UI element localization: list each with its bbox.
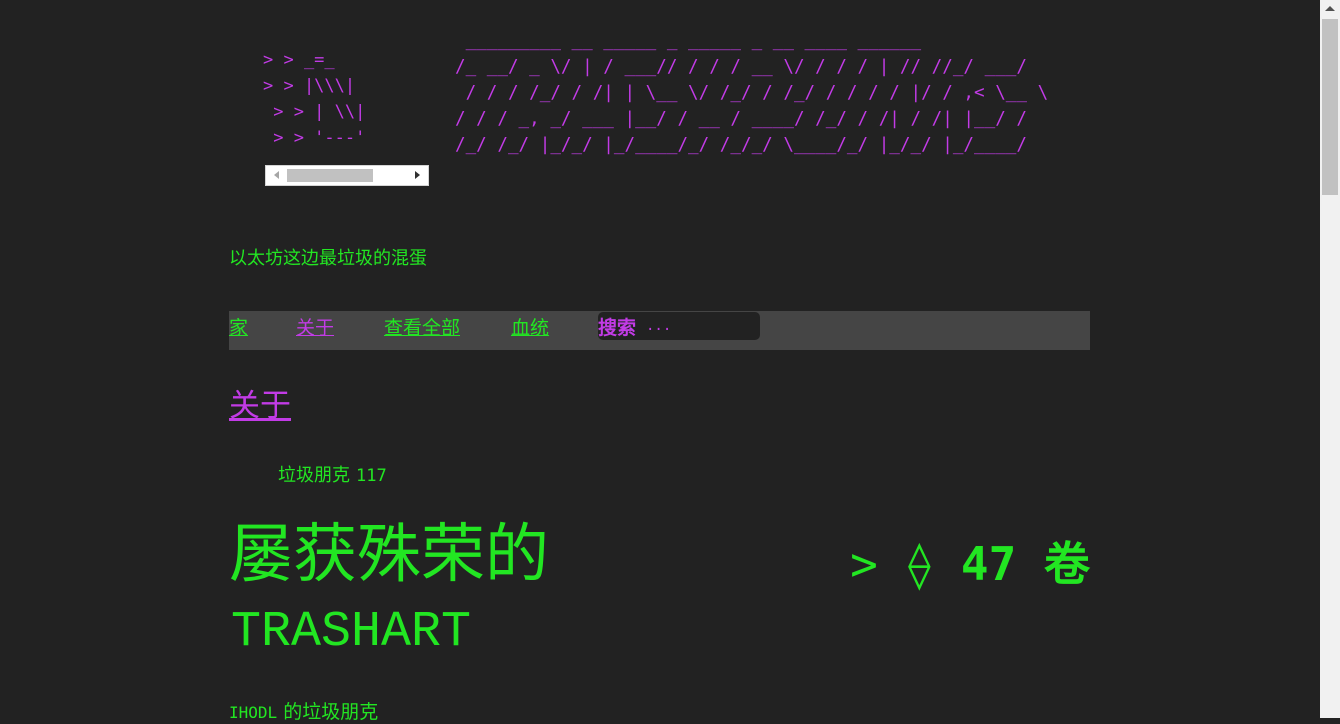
nav-bar: 家 关于 查看全部 血统 搜索 xyxy=(229,311,1090,350)
owner-suffix: 的垃圾朋克 xyxy=(283,701,379,723)
search-box: 搜索 xyxy=(598,312,760,340)
item-price: > ⟠ 47 卷 xyxy=(850,528,1090,594)
logo-horizontal-scrollbar[interactable] xyxy=(265,165,429,186)
search-label: 搜索 xyxy=(598,317,637,339)
scroll-up-arrow-icon[interactable] xyxy=(1325,6,1335,11)
section-title-about[interactable]: 关于 xyxy=(229,380,291,425)
search-input[interactable] xyxy=(644,315,758,337)
scroll-left-arrow-icon[interactable] xyxy=(274,171,279,179)
logo-ascii-left: > > _=_ > > |\\\| > > | \\| > > '---' xyxy=(263,50,366,148)
nav-item-about[interactable]: 关于 xyxy=(296,313,334,340)
price-unit: 卷 xyxy=(1044,537,1090,591)
scroll-right-arrow-icon[interactable] xyxy=(415,171,420,179)
item-sub-label: 垃圾朋克 xyxy=(278,465,350,486)
site-tagline: 以太坊这边最垃圾的混蛋 xyxy=(229,248,427,269)
owner-handle: IHODL xyxy=(229,703,278,722)
nav-item-home[interactable]: 家 xyxy=(229,313,248,340)
item-title: 屡获殊荣的 xyxy=(229,518,549,592)
price-prefix: > xyxy=(850,537,878,591)
item-name: TRASHART xyxy=(231,604,472,661)
nav-item-view-all[interactable]: 查看全部 xyxy=(384,313,460,340)
logo-ascii-right: _________ __ _____ _ _____ _ __ ____ ___… xyxy=(455,31,1049,155)
nav-item-lineage[interactable]: 血统 xyxy=(511,313,549,340)
page-vertical-scrollbar[interactable] xyxy=(1320,0,1340,718)
page-scrollbar-thumb[interactable] xyxy=(1322,19,1338,195)
ethereum-icon: ⟠ xyxy=(905,537,934,591)
item-subtitle: 垃圾朋克 117 xyxy=(278,461,387,487)
price-value: 47 xyxy=(960,537,1017,591)
item-owner: IHODL 的垃圾朋克 xyxy=(229,697,378,724)
scrollbar-thumb[interactable] xyxy=(287,169,373,182)
item-sub-number: 117 xyxy=(356,466,387,486)
